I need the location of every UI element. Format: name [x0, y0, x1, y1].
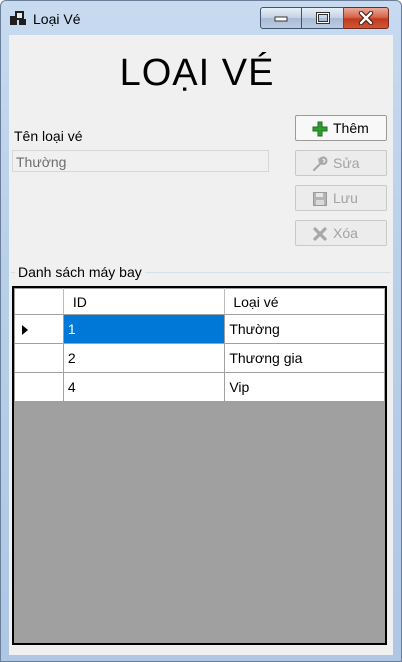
row-header-corner[interactable] — [14, 288, 64, 315]
maximize-button[interactable] — [302, 7, 344, 29]
client-area: LOẠI VÉ Tên loại vé Thường Thêm Sửa Lưu … — [9, 35, 393, 655]
save-button-label: Lưu — [333, 190, 358, 206]
column-header-id[interactable]: ID — [62, 288, 226, 315]
ticket-type-label: Tên loại vé — [14, 128, 83, 144]
title-bar[interactable]: Loại Vé — [1, 1, 401, 35]
maximize-icon — [315, 12, 330, 24]
table-row[interactable]: 4 Vip — [14, 372, 385, 402]
minimize-icon — [274, 16, 288, 22]
close-icon — [358, 11, 374, 25]
cell-id[interactable]: 2 — [62, 343, 226, 373]
edit-button-label: Sửa — [333, 155, 360, 171]
row-header[interactable] — [14, 314, 64, 344]
table-row[interactable]: 1 Thường — [14, 314, 385, 344]
plus-icon — [312, 121, 328, 137]
ticket-type-grid[interactable]: ID Loại vé 1 Thường 2 Thương gia 4 Vip — [12, 286, 387, 645]
floppy-disk-icon — [313, 192, 327, 206]
save-button[interactable]: Lưu — [295, 185, 387, 211]
ticket-type-input[interactable]: Thường — [12, 150, 269, 172]
page-title: LOẠI VÉ — [119, 52, 275, 94]
delete-button-label: Xóa — [333, 225, 358, 241]
list-group-title: Danh sách máy bay — [15, 264, 145, 280]
app-window: Loại Vé LOẠI VÉ Tên loại vé Thường Thêm … — [0, 0, 402, 662]
row-header[interactable] — [14, 372, 64, 402]
minimize-button[interactable] — [260, 7, 302, 29]
grid-header-row: ID Loại vé — [14, 288, 385, 315]
table-row[interactable]: 2 Thương gia — [14, 343, 385, 373]
add-button-label: Thêm — [333, 120, 369, 136]
cell-id[interactable]: 1 — [62, 314, 226, 344]
app-icon — [10, 11, 26, 25]
close-button[interactable] — [344, 7, 389, 29]
cell-type[interactable]: Vip — [224, 372, 385, 402]
cell-id[interactable]: 4 — [62, 372, 226, 402]
row-header[interactable] — [14, 343, 64, 373]
row-pointer-icon — [22, 325, 28, 335]
cell-type[interactable]: Thường — [224, 314, 385, 344]
column-header-type[interactable]: Loại vé — [224, 288, 385, 315]
grid-table: ID Loại vé 1 Thường 2 Thương gia 4 Vip — [14, 288, 385, 402]
add-button[interactable]: Thêm — [295, 115, 387, 141]
wrench-icon — [312, 156, 328, 172]
window-title: Loại Vé — [33, 11, 81, 27]
edit-button[interactable]: Sửa — [295, 150, 387, 176]
x-icon — [313, 227, 327, 241]
cell-type[interactable]: Thương gia — [224, 343, 385, 373]
delete-button[interactable]: Xóa — [295, 220, 387, 246]
